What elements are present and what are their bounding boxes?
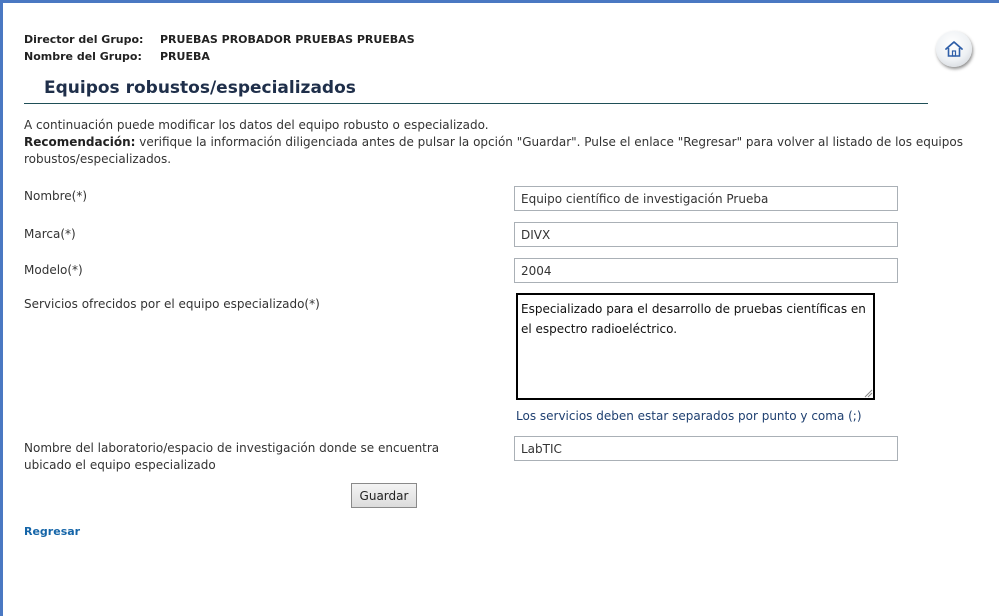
save-button[interactable]: Guardar xyxy=(351,483,417,508)
marca-field[interactable] xyxy=(514,222,898,247)
title-divider xyxy=(24,103,928,104)
servicios-textarea[interactable]: Especializado para el desarrollo de prue… xyxy=(516,293,875,400)
group-row: Nombre del Grupo: PRUEBA xyxy=(24,48,415,65)
servicios-label: Servicios ofrecidos por el equipo especi… xyxy=(24,297,320,311)
group-name-value: PRUEBA xyxy=(160,50,210,63)
director-label: Director del Grupo: xyxy=(24,33,144,46)
servicios-hint: Los servicios deben estar separados por … xyxy=(516,409,862,423)
laboratorio-field[interactable] xyxy=(514,436,898,461)
laboratorio-label: Nombre del laboratorio/espacio de invest… xyxy=(24,441,440,472)
modelo-label: Modelo(*) xyxy=(24,263,83,277)
recommendation: Recomendación: verifique la información … xyxy=(24,134,984,168)
page-title: Equipos robustos/especializados xyxy=(44,78,356,98)
marca-label: Marca(*) xyxy=(24,227,76,241)
home-button[interactable] xyxy=(936,31,972,67)
group-info: Director del Grupo: PRUEBAS PROBADOR PRUE… xyxy=(24,31,415,65)
recommendation-label: Recomendación: xyxy=(24,135,136,149)
group-name-label: Nombre del Grupo: xyxy=(24,50,142,63)
back-link[interactable]: Regresar xyxy=(24,525,80,538)
intro-line: A continuación puede modificar los datos… xyxy=(24,118,489,132)
nombre-label: Nombre(*) xyxy=(24,189,88,203)
director-row: Director del Grupo: PRUEBAS PROBADOR PRUE… xyxy=(24,31,415,48)
recommendation-text: verifique la información diligenciada an… xyxy=(24,135,963,166)
modelo-field[interactable] xyxy=(514,258,898,283)
resize-grip-icon[interactable] xyxy=(864,389,873,398)
intro-text: A continuación puede modificar los datos… xyxy=(24,117,984,168)
director-value: PRUEBAS PROBADOR PRUEBAS PRUEBAS xyxy=(160,33,415,46)
nombre-field[interactable] xyxy=(514,186,898,211)
home-icon xyxy=(945,41,963,57)
